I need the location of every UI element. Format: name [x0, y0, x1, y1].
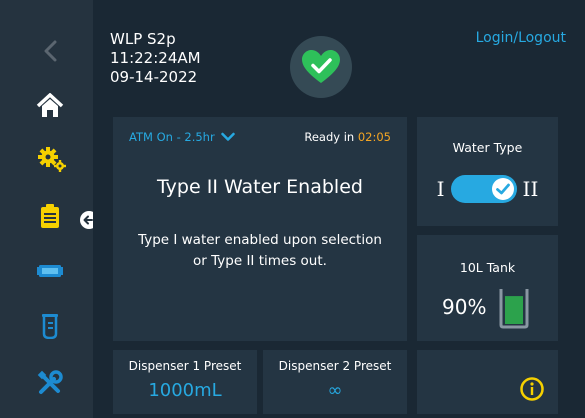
status-panel: ATM On - 2.5hr Ready in 02:05 Type II Wa…	[113, 117, 407, 341]
cartridge-icon[interactable]	[36, 258, 64, 284]
chevron-down-icon	[220, 132, 235, 141]
tools-icon[interactable]	[37, 370, 63, 396]
atm-dropdown[interactable]: ATM On - 2.5hr	[129, 130, 235, 144]
device-time: 11:22:24AM	[110, 49, 201, 67]
beaker-icon[interactable]	[37, 313, 63, 339]
home-icon[interactable]	[35, 93, 65, 119]
tank-panel: 10L Tank 90%	[417, 235, 558, 341]
dispenser-1-label: Dispenser 1 Preset	[128, 359, 242, 373]
water-type-i-label: I	[436, 177, 445, 201]
atm-label: ATM On - 2.5hr	[129, 130, 215, 144]
ready-status: Ready in 02:05	[304, 130, 391, 144]
tank-level-icon	[499, 289, 529, 329]
login-logout-link[interactable]: Login/Logout	[476, 30, 566, 46]
water-type-ii-label: II	[522, 177, 539, 201]
device-date: 09-14-2022	[110, 68, 198, 86]
tank-fill	[505, 296, 523, 324]
tank-label: 10L Tank	[459, 260, 516, 275]
water-type-label: Water Type	[452, 140, 523, 155]
dispenser-1-value: 1000mL	[148, 380, 222, 401]
info-panel	[417, 350, 558, 414]
panel-description: Type I water enabled upon selection or T…	[123, 230, 397, 272]
back-chevron-icon[interactable]	[37, 38, 63, 64]
water-type-panel: Water Type I II	[417, 117, 558, 226]
water-type-toggle[interactable]	[450, 175, 517, 203]
settings-gears-icon[interactable]	[37, 146, 67, 172]
dispenser-1-preset[interactable]: Dispenser 1 Preset 1000mL	[113, 350, 257, 414]
clipboard-icon[interactable]	[37, 203, 63, 229]
water-type-selector: I II	[417, 175, 558, 203]
panel-title: Type II Water Enabled	[157, 176, 363, 198]
info-icon[interactable]	[520, 377, 544, 401]
ready-time: 02:05	[357, 130, 391, 144]
device-info: WLP S2p 11:22:24AM 09-14-2022	[110, 30, 201, 87]
checkmark-icon	[495, 183, 510, 195]
ready-label: Ready in	[304, 130, 355, 144]
dispenser-2-value: ∞	[327, 380, 343, 401]
dispenser-2-label: Dispenser 2 Preset	[278, 359, 392, 373]
description-line: Type I water enabled upon selection	[138, 232, 382, 248]
device-name: WLP S2p	[110, 30, 176, 48]
description-line: or Type II times out.	[193, 253, 327, 269]
tank-level-percent: 90%	[442, 295, 487, 319]
sidebar	[0, 0, 98, 418]
dispenser-2-preset[interactable]: Dispenser 2 Preset ∞	[263, 350, 407, 414]
system-status-indicator	[290, 36, 352, 98]
toggle-knob	[491, 178, 514, 200]
heart-check-icon	[302, 50, 340, 83]
